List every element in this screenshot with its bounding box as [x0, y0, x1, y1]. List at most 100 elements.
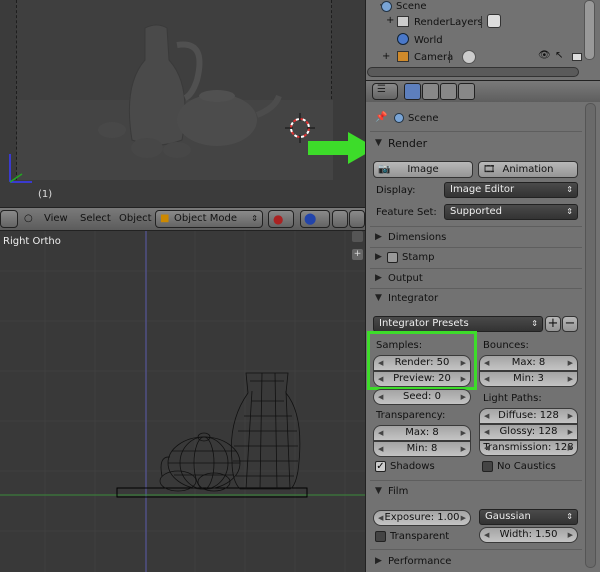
outliner-scrollbar[interactable] — [367, 67, 579, 77]
render-panel-header[interactable]: ▼ Render — [370, 134, 582, 153]
stamp-panel-header[interactable]: ▶ Stamp — [370, 248, 582, 267]
select-menu[interactable]: Select — [80, 213, 111, 224]
bounces-max-value: Max: 8 — [511, 357, 546, 368]
decrement-arrow-icon: ◀ — [484, 412, 490, 420]
collapse-triangle-icon: ▶ — [375, 273, 382, 283]
render-animation-button[interactable]: 🎞 Animation — [478, 161, 578, 178]
transmission-field[interactable]: ◀ Transmission: 128 ▶ — [479, 440, 578, 456]
separator — [370, 226, 582, 227]
corner-widget[interactable] — [352, 231, 363, 242]
scene-icon — [381, 1, 392, 12]
transparent-label: Transparent — [390, 531, 450, 542]
render-camera-icon[interactable] — [572, 53, 582, 61]
outliner-vscrollbar[interactable] — [584, 0, 595, 60]
toolshelf-plus-icon[interactable]: + — [352, 249, 363, 260]
glossy-value: Glossy: 128 — [499, 426, 558, 437]
bounces-min-field[interactable]: ◀ Min: 3 ▶ — [479, 371, 578, 387]
expand-triangle-icon: ▼ — [375, 293, 382, 303]
render-tab-camera-icon[interactable] — [404, 83, 421, 100]
shadows-label: Shadows — [390, 461, 435, 472]
editor-type-button[interactable]: ☰ — [372, 83, 398, 100]
outliner-plus-icon[interactable]: + — [382, 51, 390, 62]
renderlayers-icon — [397, 16, 409, 27]
collapse-triangle-icon: ▶ — [375, 252, 382, 262]
outliner-item-scene[interactable]: Scene — [396, 1, 427, 12]
transparency-max-field[interactable]: ◀ Max: 8 ▶ — [373, 425, 471, 441]
decrement-arrow-icon: ◀ — [378, 393, 384, 401]
add-preset-button[interactable]: + — [545, 316, 561, 332]
pivot-dropdown[interactable]: ⬤ — [300, 210, 330, 228]
filter-width-field[interactable]: ◀ Width: 1.50 ▶ — [479, 527, 578, 543]
glossy-field[interactable]: ◀ Glossy: 128 ▶ — [479, 424, 578, 440]
manipulator-mode[interactable] — [349, 210, 365, 228]
filter-type-dropdown[interactable]: Gaussian ⇕ — [479, 509, 578, 525]
shading-dropdown[interactable]: ● — [268, 210, 294, 228]
bounces-max-field[interactable]: ◀ Max: 8 ▶ — [479, 355, 578, 371]
updown-icon: ⇕ — [531, 319, 538, 328]
decrement-arrow-icon: ◀ — [484, 444, 490, 452]
performance-panel-header[interactable]: ▶ Performance — [370, 552, 582, 571]
scene-tab-icon[interactable] — [440, 83, 457, 100]
feature-set-value: Supported — [450, 206, 503, 217]
renderlayer-settings-icon[interactable] — [487, 14, 501, 28]
dimensions-panel-header[interactable]: ▶ Dimensions — [370, 228, 582, 247]
transparency-min-field[interactable]: ◀ Min: 8 ▶ — [373, 441, 471, 457]
outliner-item-world[interactable]: World — [414, 35, 443, 46]
integrator-presets-dropdown[interactable]: Integrator Presets ⇕ — [373, 316, 543, 332]
manipulator-toggle[interactable] — [332, 210, 348, 228]
world-tab-icon[interactable] — [458, 83, 475, 100]
editor-type-button[interactable] — [0, 210, 18, 228]
remove-preset-button[interactable]: − — [562, 316, 578, 332]
increment-arrow-icon: ▶ — [567, 428, 573, 436]
increment-arrow-icon: ▶ — [567, 375, 573, 383]
world-icon — [397, 33, 409, 45]
stamp-checkbox[interactable] — [387, 252, 398, 263]
3d-viewport[interactable] — [0, 231, 365, 572]
display-dropdown[interactable]: Image Editor ⇕ — [444, 182, 578, 198]
render-image-button[interactable]: 📷 Image — [373, 161, 473, 178]
scene-icon — [394, 113, 404, 123]
expand-triangle-icon: ▼ — [375, 138, 382, 148]
integrator-panel-header[interactable]: ▼ Integrator — [370, 289, 582, 308]
film-panel-header[interactable]: ▼ Film — [370, 482, 582, 501]
render-layers-tab-icon[interactable] — [422, 83, 439, 100]
outliner-item-renderlayers[interactable]: RenderLayers — [414, 17, 483, 28]
object-menu[interactable]: Object — [119, 213, 152, 224]
select-cursor-icon[interactable]: ↖ — [555, 50, 563, 61]
view-label: Right Ortho — [3, 236, 61, 247]
diffuse-field[interactable]: ◀ Diffuse: 128 ▶ — [479, 408, 578, 424]
mode-label: Object Mode — [174, 213, 237, 224]
seed-field[interactable]: ◀ Seed: 0 ▶ — [373, 389, 471, 405]
increment-arrow-icon: ▶ — [567, 412, 573, 420]
decrement-arrow-icon: ◀ — [484, 359, 490, 367]
increment-arrow-icon: ▶ — [567, 444, 573, 452]
stamp-title: Stamp — [402, 252, 435, 263]
visibility-eye-icon[interactable]: 👁 — [538, 50, 551, 61]
render-anim-icon: 🎞 — [483, 164, 496, 175]
pin-icon[interactable]: 📌 — [375, 112, 387, 123]
render-samples-field[interactable]: ◀ Render: 50 ▶ — [373, 355, 471, 371]
properties-scrollbar[interactable] — [585, 103, 596, 568]
integrator-title: Integrator — [388, 293, 439, 304]
view-menu[interactable]: View — [44, 213, 68, 224]
mode-dropdown[interactable]: ■ Object Mode ⇕ — [155, 210, 263, 228]
bounces-min-value: Min: 3 — [513, 373, 544, 384]
camera-data-icon[interactable] — [462, 50, 476, 64]
feature-set-dropdown[interactable]: Supported ⇕ — [444, 204, 578, 220]
outliner-plus-icon[interactable]: + — [386, 15, 394, 26]
collapse-triangle-icon: ▶ — [375, 556, 382, 566]
transparent-checkbox[interactable] — [375, 531, 386, 542]
preview-samples-field[interactable]: ◀ Preview: 20 ▶ — [373, 371, 471, 387]
no-caustics-checkbox[interactable] — [482, 461, 493, 472]
expand-triangle-icon: ▼ — [375, 486, 382, 496]
rendered-still-life — [17, 24, 333, 180]
output-panel-header[interactable]: ▶ Output — [370, 269, 582, 288]
outliner-item-camera[interactable]: Camera — [414, 52, 453, 63]
increment-arrow-icon: ▶ — [460, 445, 466, 453]
shadows-checkbox[interactable]: ✓ — [375, 461, 386, 472]
increment-arrow-icon: ▶ — [460, 393, 466, 401]
display-label: Display: — [376, 185, 416, 196]
exposure-field[interactable]: ◀ Exposure: 1.00 ▶ — [373, 510, 471, 526]
circle-icon: ○ — [24, 213, 33, 224]
transmission-value: Transmission: 128 — [483, 442, 574, 453]
